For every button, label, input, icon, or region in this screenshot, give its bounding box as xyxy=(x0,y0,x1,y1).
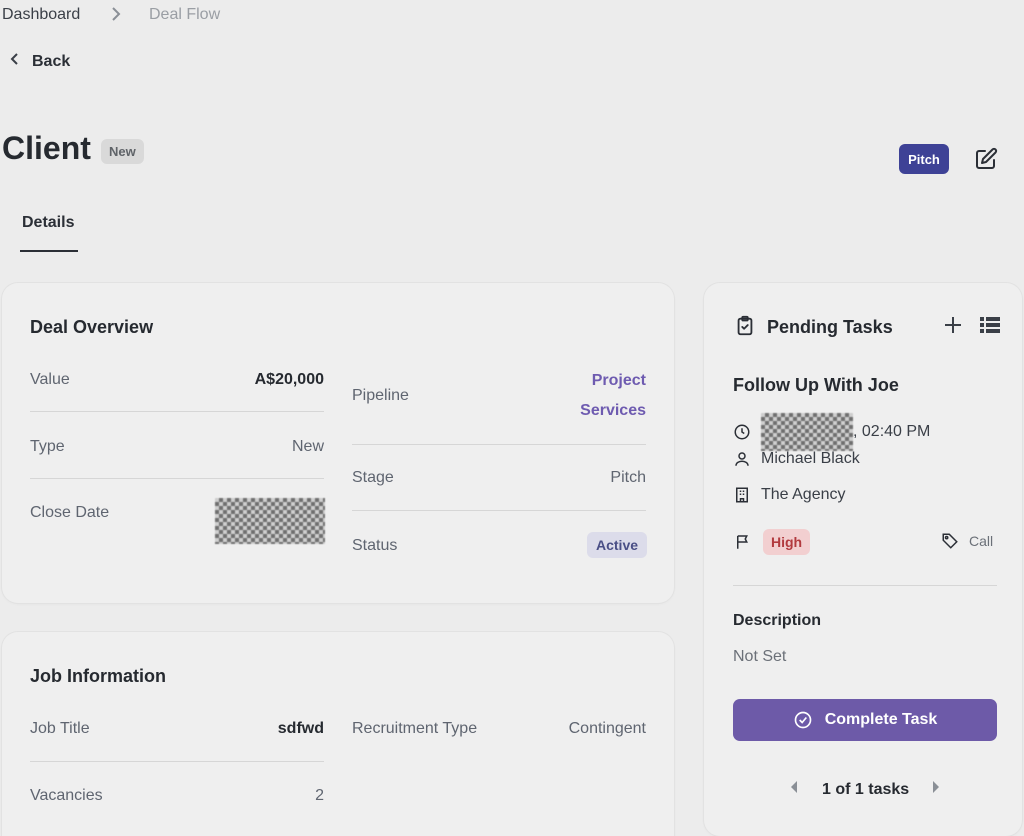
deal-overview-title: Deal Overview xyxy=(30,317,154,337)
back-label: Back xyxy=(32,52,71,70)
edit-icon xyxy=(976,147,998,169)
list-icon xyxy=(980,317,1000,333)
job-information-title: Job Information xyxy=(30,666,166,686)
add-task-button[interactable] xyxy=(942,314,964,341)
tag-icon xyxy=(942,533,958,549)
status-label: Status xyxy=(352,537,398,554)
divider xyxy=(30,478,324,479)
type-value: New xyxy=(291,438,324,455)
vacancies-value: 2 xyxy=(315,787,324,804)
description-value: Not Set xyxy=(733,648,787,665)
tab-details[interactable]: Details xyxy=(22,214,74,232)
job-title-label: Job Title xyxy=(30,720,90,737)
clock-icon xyxy=(734,424,750,440)
type-label: Type xyxy=(30,438,65,455)
pipeline-link[interactable]: Project Services xyxy=(520,366,646,426)
clipboard-check-icon xyxy=(734,315,756,342)
building-icon xyxy=(736,487,748,503)
close-date-label: Close Date xyxy=(30,504,110,521)
task-time-row: , 02:40 PM xyxy=(733,413,930,451)
value-value: A$20,000 xyxy=(254,371,324,388)
status-badge: New xyxy=(101,139,144,164)
task-type-row: Call xyxy=(941,532,993,550)
chevron-left-icon xyxy=(10,52,20,71)
task-company-row: The Agency xyxy=(733,486,846,504)
caret-right-icon xyxy=(933,781,939,793)
task-time: , 02:40 PM xyxy=(853,423,931,440)
pipeline-label: Pipeline xyxy=(352,387,409,404)
prev-task-button[interactable] xyxy=(789,780,799,797)
pipeline-line-2: Services xyxy=(580,402,646,419)
pitch-button[interactable]: Pitch xyxy=(899,144,949,174)
divider xyxy=(30,761,324,762)
redacted-close-date xyxy=(215,498,325,544)
next-task-button[interactable] xyxy=(931,780,941,797)
divider xyxy=(733,585,997,586)
divider xyxy=(352,444,646,445)
task-assignee-row: Michael Black xyxy=(733,450,860,468)
stage-value: Pitch xyxy=(610,469,646,486)
priority-badge: High xyxy=(763,529,811,555)
pending-tasks-title: Pending Tasks xyxy=(767,317,893,337)
divider xyxy=(30,411,324,412)
task-company: The Agency xyxy=(761,486,846,503)
complete-task-button[interactable]: Complete Task xyxy=(733,699,997,741)
pipeline-line-1: Project xyxy=(591,372,646,389)
plus-icon xyxy=(945,317,961,333)
check-circle-icon xyxy=(794,711,812,729)
recruitment-type-value: Contingent xyxy=(568,720,646,737)
task-title[interactable]: Follow Up With Joe xyxy=(733,375,899,396)
flag-icon xyxy=(734,533,752,556)
recruitment-type-label: Recruitment Type xyxy=(352,720,478,737)
task-type: Call xyxy=(969,533,994,549)
stage-label: Stage xyxy=(352,469,394,486)
back-button[interactable]: Back xyxy=(10,52,70,71)
chevron-right-icon xyxy=(110,4,122,29)
job-title-value: sdfwd xyxy=(277,720,324,737)
list-view-button[interactable] xyxy=(979,315,1001,340)
user-icon xyxy=(735,452,749,466)
task-pager: 1 of 1 tasks xyxy=(822,781,910,798)
divider xyxy=(352,510,646,511)
breadcrumb-dashboard[interactable]: Dashboard xyxy=(2,6,80,24)
edit-button[interactable] xyxy=(972,145,1000,173)
breadcrumb-current: Deal Flow xyxy=(149,6,221,23)
complete-task-label: Complete Task xyxy=(824,711,938,728)
redacted-task-date xyxy=(761,413,853,451)
vacancies-label: Vacancies xyxy=(30,787,103,804)
pending-tasks-card xyxy=(704,283,1022,836)
active-badge: Active xyxy=(587,532,648,558)
value-label: Value xyxy=(30,371,70,388)
tab-active-indicator xyxy=(20,250,78,252)
description-label: Description xyxy=(733,612,822,629)
task-assignee: Michael Black xyxy=(761,450,860,467)
page-title: Client xyxy=(2,130,91,166)
caret-left-icon xyxy=(791,781,797,793)
